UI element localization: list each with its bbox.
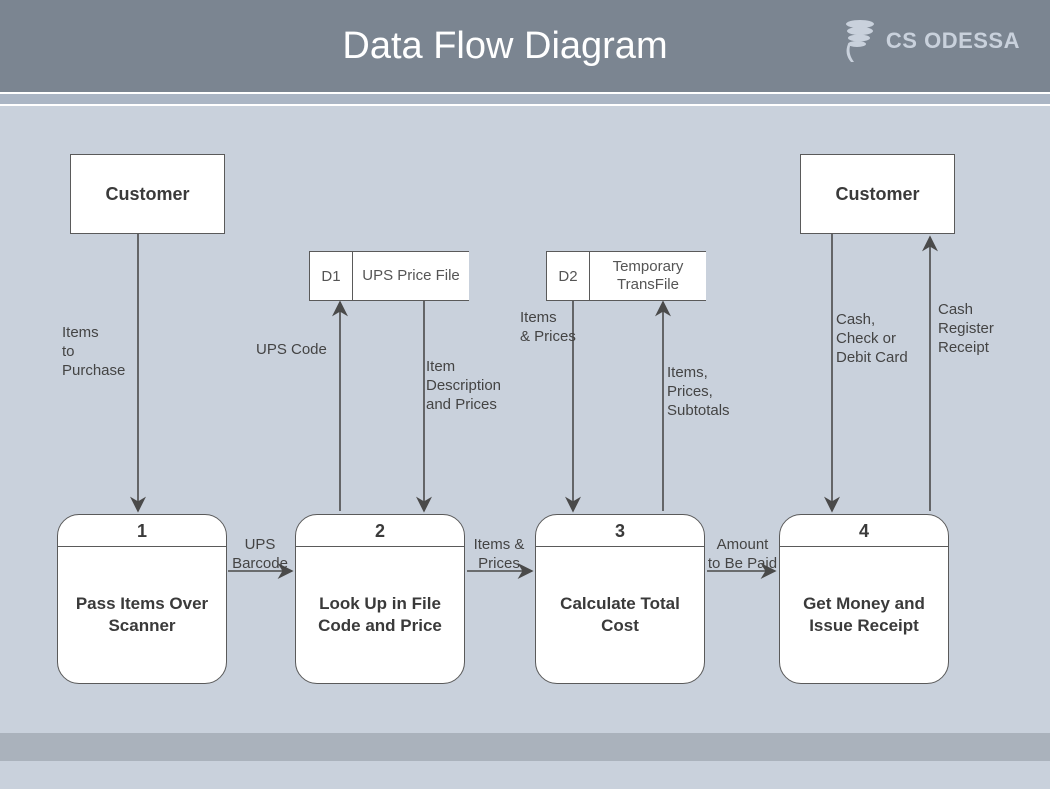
process-2: 2 Look Up in File Code and Price xyxy=(295,514,465,684)
header-stripe xyxy=(0,92,1050,106)
header: Data Flow Diagram CS ODESSA xyxy=(0,0,1050,92)
datastore-name: Temporary TransFile xyxy=(590,251,706,301)
process-number: 3 xyxy=(536,515,704,547)
brand-text: CS ODESSA xyxy=(886,28,1020,54)
footer-stripe xyxy=(0,733,1050,761)
flow-label: UPS Barcode xyxy=(225,536,295,574)
logo-icon xyxy=(840,18,880,64)
datastore-id: D1 xyxy=(309,251,353,301)
datastore-name: UPS Price File xyxy=(353,251,469,301)
flow-label: Cash, Check or Debit Card xyxy=(836,311,926,367)
process-name: Look Up in File Code and Price xyxy=(296,547,464,683)
entity-customer-left: Customer xyxy=(70,154,225,234)
datastore-d1: D1 UPS Price File xyxy=(309,251,469,301)
diagram-canvas: Customer Customer D1 UPS Price File D2 T… xyxy=(0,106,1050,761)
entity-label: Customer xyxy=(835,184,919,205)
process-4: 4 Get Money and Issue Receipt xyxy=(779,514,949,684)
datastore-id: D2 xyxy=(546,251,590,301)
process-number: 2 xyxy=(296,515,464,547)
page-title: Data Flow Diagram xyxy=(342,25,667,68)
flow-label: Items to Purchase xyxy=(62,324,142,380)
process-name: Calculate Total Cost xyxy=(536,547,704,683)
flow-label: Item Description and Prices xyxy=(426,358,526,414)
process-1: 1 Pass Items Over Scanner xyxy=(57,514,227,684)
brand-logo: CS ODESSA xyxy=(840,18,1020,64)
datastore-d2: D2 Temporary TransFile xyxy=(546,251,706,301)
process-name: Pass Items Over Scanner xyxy=(58,547,226,683)
entity-customer-right: Customer xyxy=(800,154,955,234)
flow-label: Items & Prices xyxy=(520,309,580,347)
flow-label: Items & Prices xyxy=(464,536,534,574)
process-number: 1 xyxy=(58,515,226,547)
flow-label: Items, Prices, Subtotals xyxy=(667,364,747,420)
flow-label: Cash Register Receipt xyxy=(938,301,1018,357)
flow-label: UPS Code xyxy=(256,341,336,360)
process-name: Get Money and Issue Receipt xyxy=(780,547,948,683)
process-3: 3 Calculate Total Cost xyxy=(535,514,705,684)
flow-label: Amount to Be Paid xyxy=(700,536,785,574)
entity-label: Customer xyxy=(105,184,189,205)
process-number: 4 xyxy=(780,515,948,547)
